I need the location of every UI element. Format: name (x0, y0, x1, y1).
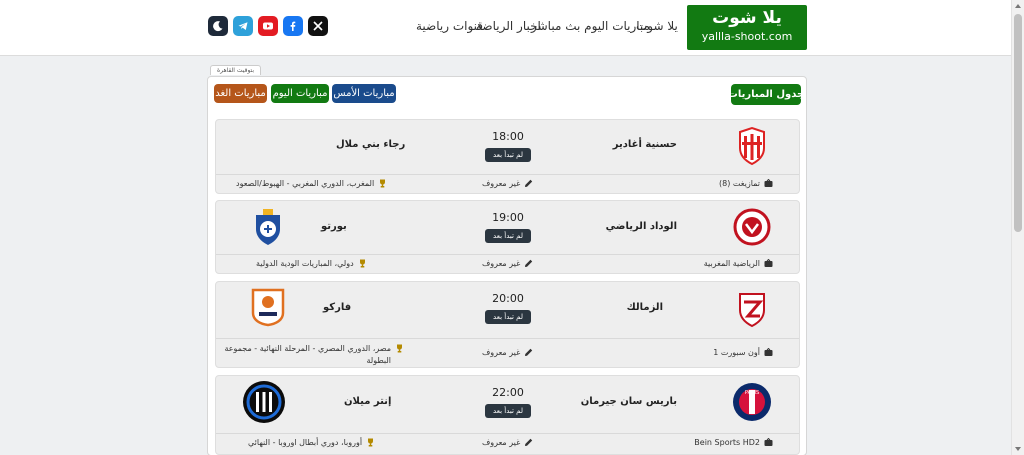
scroll-down-icon[interactable] (1015, 447, 1021, 451)
inter-crest-icon (242, 380, 286, 424)
away-team-name: بورتو (321, 221, 347, 232)
tab-yesterday[interactable]: مباريات الأمس (332, 84, 396, 103)
away-team-name: إنتر ميلان (344, 396, 392, 407)
channel-info: تمازيغت (8) (719, 179, 773, 188)
match-time: 18:00 (492, 130, 524, 143)
x-link[interactable] (308, 16, 328, 36)
away-team-name: فاركو (323, 302, 352, 313)
competition-info: أوروبا، دوري أبطال اوروبا - النهائي (248, 438, 375, 447)
competition-info: دولي، المباريات الودية الدولية (256, 259, 367, 268)
psg-crest-icon: PARIS (732, 382, 772, 422)
tab-today[interactable]: مباريات اليوم (271, 84, 329, 103)
status-badge: لم تبدأ بعد (485, 404, 531, 418)
match-time: 19:00 (492, 211, 524, 224)
commentator-name: غير معروف (482, 348, 521, 357)
match-time: 22:00 (492, 386, 524, 399)
timezone-label: بتوقيت القاهرة (210, 65, 262, 75)
home-team-name: باريس سان جيرمان (580, 396, 677, 407)
scroll-thumb[interactable] (1014, 14, 1022, 232)
home-team-name: الزمالك (626, 302, 663, 313)
competition-name: أوروبا، دوري أبطال اوروبا - النهائي (248, 438, 363, 447)
match-info-bar: الرياضية المغربية غير معروف دولي، المبار… (216, 254, 799, 274)
channel-info: الرياضية المغربية (704, 259, 773, 268)
match-info-bar: أون سبورت 1 غير معروف مصر، الدوري المصري… (216, 338, 799, 368)
microphone-icon (525, 179, 533, 187)
nav-sports-channels[interactable]: قنوات رياضية (416, 19, 483, 33)
channel-info: أون سبورت 1 (713, 348, 773, 357)
commentator-info: غير معروف (482, 348, 533, 357)
tab-tomorrow[interactable]: مباريات الغد (214, 84, 267, 103)
competition-name: المغرب، الدوري المغربي - الهبوط/الصعود (236, 179, 375, 188)
away-team-name: رجاء بني ملال (336, 139, 406, 150)
telegram-icon (238, 22, 248, 30)
channel-info: Bein Sports HD2 (694, 438, 773, 447)
commentator-info: غير معروف (482, 259, 533, 268)
x-icon (313, 21, 323, 31)
moon-icon (213, 21, 223, 32)
dark-mode-toggle[interactable] (208, 16, 228, 36)
competition-name: مصر، الدوري المصري - المرحلة النهائية - … (224, 344, 391, 365)
logo-title: يلا شوت (712, 8, 782, 28)
site-header: يلا شوت yallla-shoot.com يلا شوت مباريات… (0, 0, 1011, 56)
hassania-crest-icon (732, 126, 772, 166)
trophy-icon (380, 179, 386, 188)
trophy-icon (368, 438, 374, 447)
nav-sports-news[interactable]: اخبار الرياضة (476, 19, 541, 33)
nav-today-live[interactable]: مباريات اليوم بث مباشر (531, 19, 650, 33)
schedule-title-button[interactable]: جدول المباريات (728, 84, 804, 105)
match-card[interactable]: حسنية أغادير 18:00 لم تبدأ بعد رجاء بني … (215, 119, 800, 194)
telegram-link[interactable] (233, 16, 253, 36)
competition-name: دولي، المباريات الودية الدولية (256, 259, 354, 268)
commentator-name: غير معروف (482, 438, 521, 447)
svg-text:PARIS: PARIS (745, 390, 759, 396)
tv-icon (764, 348, 773, 356)
matches-panel: جدول المباريات مباريات الأمس مباريات الي… (207, 76, 807, 455)
youtube-icon (263, 22, 273, 30)
match-info-bar: Bein Sports HD2 غير معروف أوروبا، دوري أ… (216, 433, 799, 453)
channel-name: الرياضية المغربية (703, 259, 760, 268)
status-badge: لم تبدأ بعد (485, 229, 531, 243)
home-team-name: حسنية أغادير (612, 139, 677, 150)
microphone-icon (525, 259, 533, 267)
status-badge: لم تبدأ بعد (485, 310, 531, 324)
microphone-icon (525, 348, 533, 356)
wydad-crest-icon (732, 207, 772, 247)
commentator-info: غير معروف (482, 438, 533, 447)
microphone-icon (525, 438, 533, 446)
channel-name: Bein Sports HD2 (694, 438, 760, 447)
tv-icon (764, 259, 773, 267)
status-badge: لم تبدأ بعد (485, 148, 531, 162)
youtube-link[interactable] (258, 16, 278, 36)
tv-icon (764, 179, 773, 187)
match-time: 20:00 (492, 292, 524, 305)
match-info-bar: تمازيغت (8) غير معروف المغرب، الدوري الم… (216, 174, 799, 194)
match-card[interactable]: الوداد الرياضي 19:00 لم تبدأ بعد بورتو ا… (215, 200, 800, 274)
commentator-info: غير معروف (482, 179, 533, 188)
scroll-up-icon[interactable] (1015, 4, 1021, 8)
competition-info: مصر، الدوري المصري - المرحلة النهائية - … (224, 343, 404, 367)
match-card[interactable]: الزمالك 20:00 لم تبدأ بعد فاركو أون سبور… (215, 281, 800, 368)
competition-info: المغرب، الدوري المغربي - الهبوط/الصعود (236, 179, 387, 188)
channel-name: تمازيغت (8) (719, 179, 760, 188)
facebook-icon (290, 21, 296, 31)
trophy-icon (359, 259, 365, 268)
logo-subtitle: yallla-shoot.com (701, 30, 793, 43)
page-scrollbar[interactable] (1011, 0, 1024, 455)
tv-icon (764, 438, 773, 446)
home-team-name: الوداد الرياضي (605, 221, 677, 232)
trophy-icon (397, 344, 402, 353)
commentator-name: غير معروف (482, 259, 521, 268)
commentator-name: غير معروف (482, 179, 521, 188)
porto-crest-icon (248, 207, 288, 247)
site-logo[interactable]: يلا شوت yallla-shoot.com (687, 5, 807, 50)
facebook-link[interactable] (283, 16, 303, 36)
pharco-crest-icon (248, 287, 288, 327)
channel-name: أون سبورت 1 (713, 348, 760, 357)
zamalek-crest-icon (732, 288, 772, 328)
social-links (208, 16, 328, 36)
match-card[interactable]: PARIS باريس سان جيرمان 22:00 لم تبدأ بعد… (215, 375, 800, 455)
